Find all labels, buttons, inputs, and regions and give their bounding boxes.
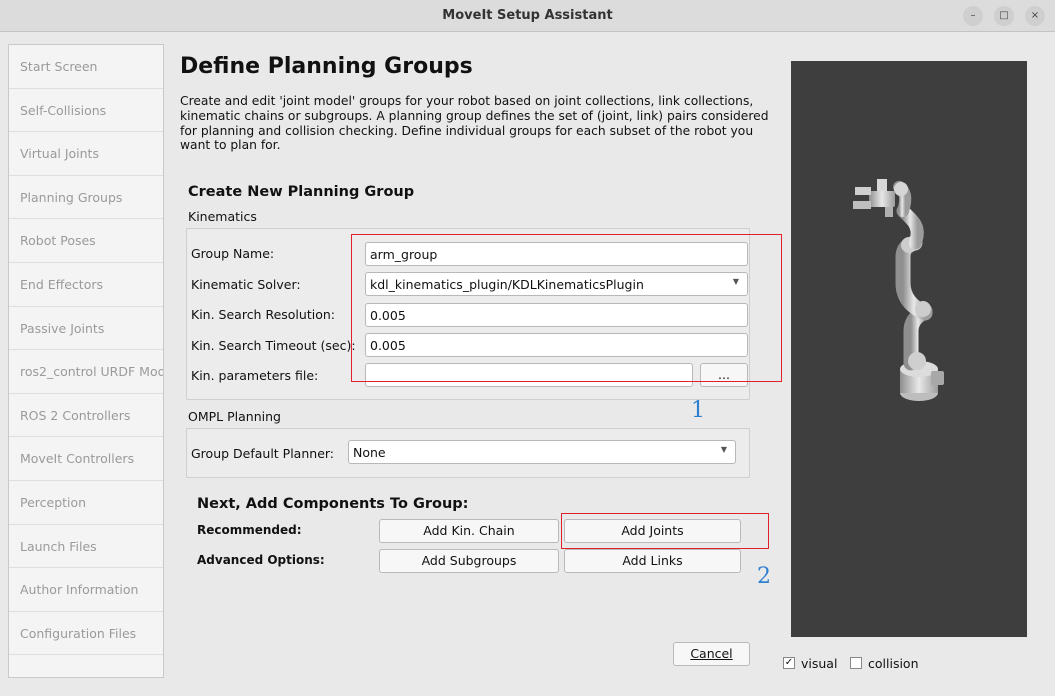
annotation-number-2: 2 [757,564,771,589]
window-title: MoveIt Setup Assistant [442,8,613,23]
cancel-button[interactable]: Cancel [673,642,750,666]
sidebar-item-moveit-controllers[interactable]: MoveIt Controllers [9,437,163,481]
sidebar-item-launch-files[interactable]: Launch Files [9,525,163,569]
sidebar-item-virtual-joints[interactable]: Virtual Joints [9,132,163,176]
chevron-down-icon: ▼ [720,445,727,454]
robot-3d-viewer[interactable] [791,61,1027,637]
add-links-button[interactable]: Add Links [564,549,741,573]
sidebar-item-ros2-control[interactable]: ros2_control URDF Mod [9,350,163,394]
annotation-number-1: 1 [691,398,705,423]
sidebar-item-self-collisions[interactable]: Self-Collisions [9,89,163,133]
title-bar: MoveIt Setup Assistant – □ × [0,0,1055,32]
search-timeout-label: Kin. Search Timeout (sec): [191,338,356,353]
sidebar-item-passive-joints[interactable]: Passive Joints [9,307,163,351]
sidebar-item-end-effectors[interactable]: End Effectors [9,263,163,307]
sidebar-item-ros2-controllers[interactable]: ROS 2 Controllers [9,394,163,438]
sidebar-item-configuration-files[interactable]: Configuration Files [9,612,163,656]
maximize-icon[interactable]: □ [994,6,1014,26]
page-title: Define Planning Groups [180,54,473,79]
kinematic-solver-label: Kinematic Solver: [191,277,301,292]
highlight-box-1 [351,234,782,382]
visual-label: visual [801,656,838,671]
sidebar-item-start-screen[interactable]: Start Screen [9,45,163,89]
default-planner-select[interactable]: None ▼ [348,440,736,464]
recommended-label: Recommended: [197,523,302,537]
highlight-box-2 [561,513,769,549]
sidebar-item-planning-groups[interactable]: Planning Groups [9,176,163,220]
group-name-label: Group Name: [191,246,275,261]
advanced-options-label: Advanced Options: [197,553,325,567]
create-group-heading: Create New Planning Group [188,184,415,200]
visual-checkbox[interactable]: ✓ [783,657,795,669]
sidebar-item-perception[interactable]: Perception [9,481,163,525]
sidebar-item-author-information[interactable]: Author Information [9,568,163,612]
params-file-label: Kin. parameters file: [191,368,319,383]
kinematics-label: Kinematics [188,209,257,224]
collision-checkbox[interactable] [850,657,862,669]
sidebar-item-robot-poses[interactable]: Robot Poses [9,219,163,263]
minimize-icon[interactable]: – [963,6,983,26]
close-icon[interactable]: × [1025,6,1045,26]
add-subgroups-button[interactable]: Add Subgroups [379,549,559,573]
robot-arm-icon [853,179,944,401]
add-kin-chain-button[interactable]: Add Kin. Chain [379,519,559,543]
collision-label: collision [868,656,919,671]
components-heading: Next, Add Components To Group: [197,496,469,512]
page-description: Create and edit 'joint model' groups for… [180,94,769,153]
checkmark-icon: ✓ [784,657,794,668]
search-resolution-label: Kin. Search Resolution: [191,307,335,322]
ompl-planning-label: OMPL Planning [188,409,281,424]
default-planner-value: None [353,445,386,460]
default-planner-label: Group Default Planner: [191,446,335,461]
sidebar-nav: Start Screen Self-Collisions Virtual Joi… [8,44,164,678]
